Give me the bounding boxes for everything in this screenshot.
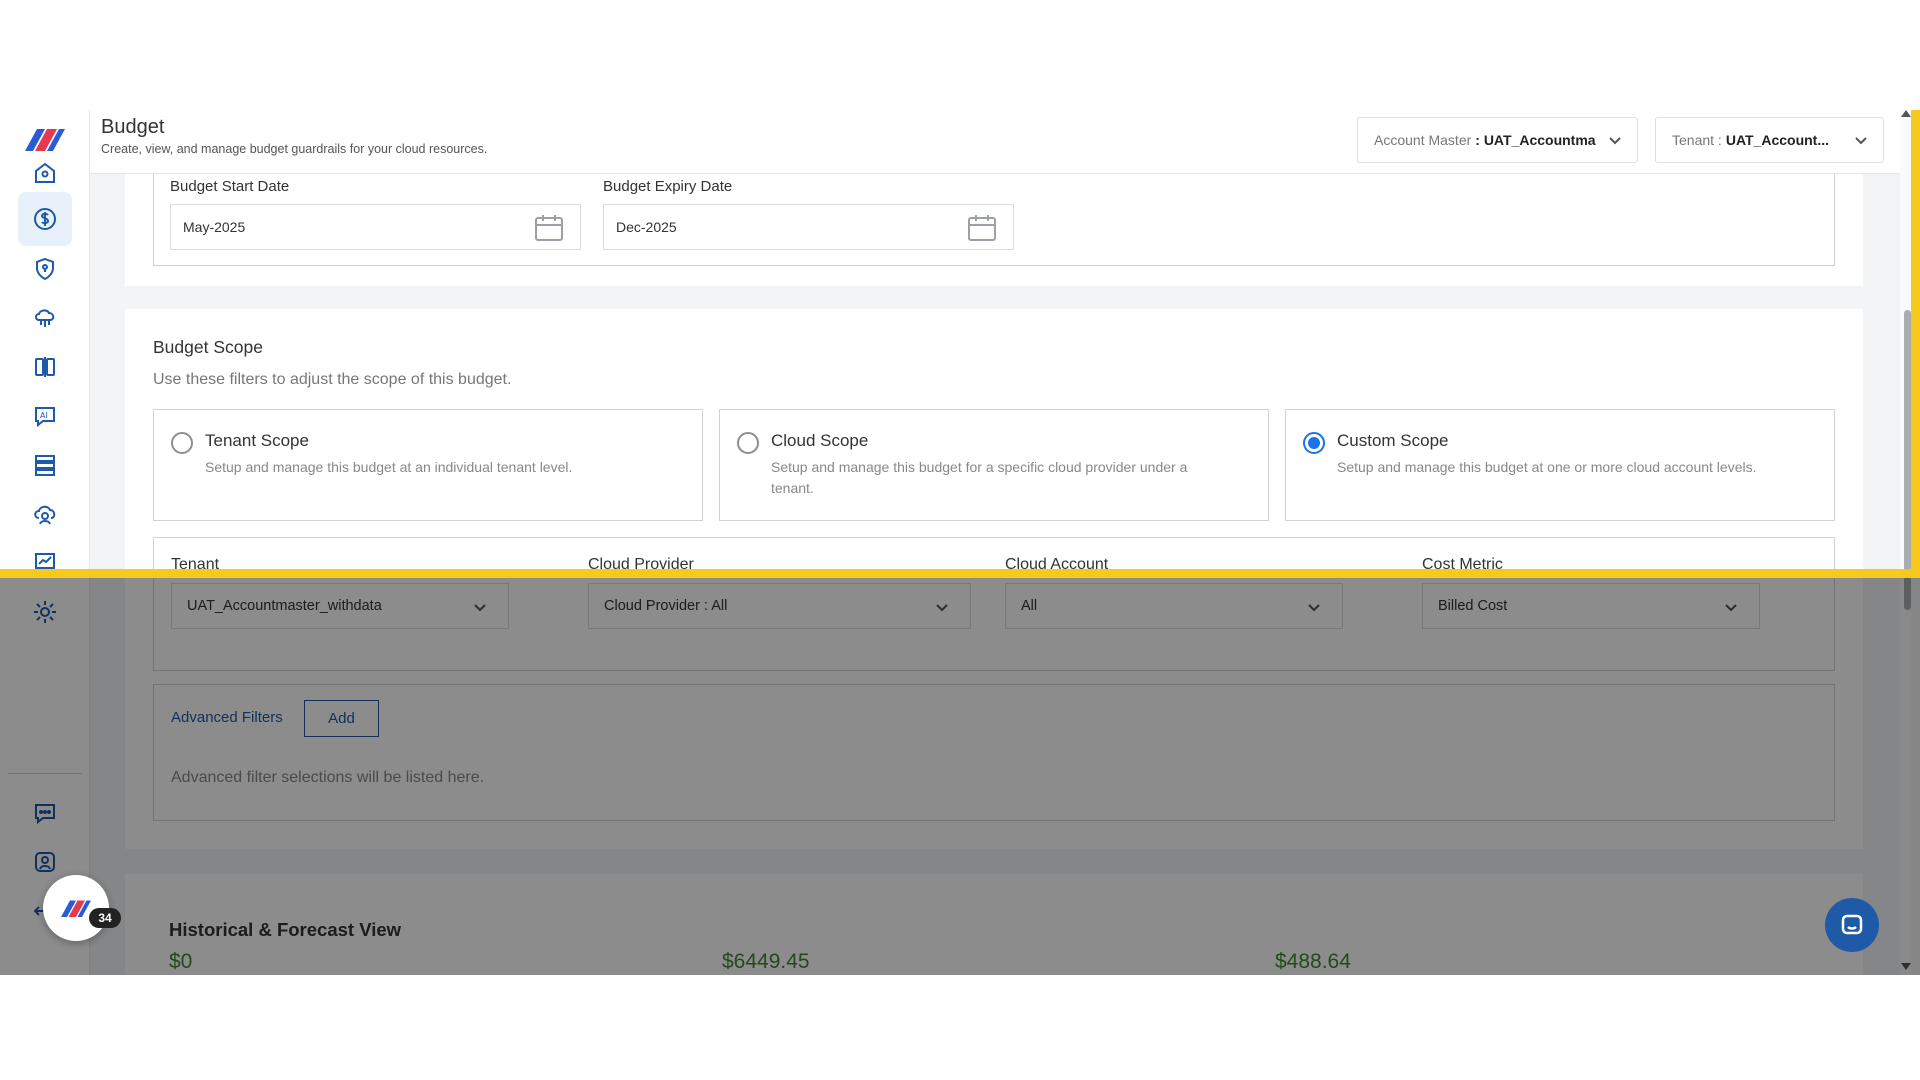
ai-chat-icon: AI — [35, 407, 55, 428]
expiry-date-label: Budget Expiry Date — [603, 178, 733, 195]
gear-icon — [34, 601, 56, 623]
screen: AI Budget Create, view, and manage budge… — [0, 0, 1920, 1080]
custom-scope-radio[interactable] — [1303, 432, 1325, 454]
tenant-filter-select[interactable]: UAT_Accountmaster_withdata — [171, 583, 509, 629]
nav-budget[interactable] — [18, 192, 72, 246]
highlight-edge — [1911, 110, 1920, 574]
start-date-input[interactable]: May-2025 — [170, 204, 581, 250]
chevron-down-icon — [474, 604, 486, 612]
nav-ai[interactable]: AI — [18, 389, 72, 443]
cloud-account-value: All — [1021, 598, 1038, 614]
page-subtitle: Create, view, and manage budget guardrai… — [101, 142, 488, 156]
expiry-date-value: Dec-2025 — [616, 219, 677, 235]
historical-value-3: $488.64 — [1275, 950, 1351, 973]
cloud-scope-label: Cloud Scope — [771, 431, 869, 450]
chat-launcher-button[interactable] — [1825, 898, 1879, 952]
nav-compare[interactable] — [18, 340, 72, 394]
nav-security[interactable] — [18, 242, 72, 296]
tenant-scope-desc: Setup and manage this budget at an indiv… — [205, 459, 573, 475]
sidebar-divider — [8, 773, 82, 774]
app-window: AI Budget Create, view, and manage budge… — [0, 110, 1920, 975]
nav-reports[interactable] — [18, 536, 72, 590]
custom-scope-desc: Setup and manage this budget at one or m… — [1337, 459, 1757, 475]
account-master-select[interactable]: Account Master : UAT_Accountma — [1357, 117, 1638, 163]
budget-scope-title: Budget Scope — [153, 337, 263, 357]
historical-forecast-card: Historical & Forecast View $0 $6449.45 $… — [125, 874, 1863, 975]
cloud-scope-radio[interactable] — [737, 432, 759, 454]
scope-filters: Tenant UAT_Accountmaster_withdata Cloud … — [153, 537, 1835, 671]
chevron-down-icon — [936, 604, 948, 612]
nav-settings[interactable] — [18, 585, 72, 639]
tenant-scope-option[interactable]: Tenant Scope Setup and manage this budge… — [153, 409, 703, 521]
scrollbar-thumb[interactable] — [1904, 310, 1911, 610]
chat-bubble-icon — [35, 804, 55, 825]
dollar-icon — [34, 208, 56, 230]
historical-value-1: $0 — [169, 950, 193, 973]
chevron-down-icon — [1855, 137, 1867, 145]
account-master-value: : UAT_Accountma — [1475, 132, 1596, 148]
custom-scope-label: Custom Scope — [1337, 431, 1449, 450]
chat-icon — [1841, 914, 1863, 935]
server-icon — [35, 455, 55, 476]
cloud-user-icon — [34, 505, 56, 525]
chevron-down-icon — [1609, 137, 1621, 145]
cost-metric-value: Billed Cost — [1438, 598, 1508, 614]
nav-feedback[interactable] — [18, 786, 72, 840]
calendar-icon[interactable] — [534, 214, 564, 242]
shield-icon — [36, 257, 54, 281]
budget-dates-card: Budget Start Date May-2025 Budget Expiry… — [125, 174, 1863, 286]
tenant-scope-label: Tenant Scope — [205, 431, 309, 450]
tenant-scope-radio[interactable] — [171, 432, 193, 454]
nav-servers[interactable] — [18, 438, 72, 492]
chevron-down-icon — [1308, 604, 1320, 612]
nav-cloud-users[interactable] — [18, 487, 72, 541]
cloud-scope-desc: Setup and manage this budget for a speci… — [771, 459, 1188, 496]
expiry-date-input[interactable]: Dec-2025 — [603, 204, 1014, 250]
calendar-icon[interactable] — [967, 214, 997, 242]
cloud-scope-option[interactable]: Cloud Scope Setup and manage this budget… — [719, 409, 1269, 521]
account-master-label: Account Master — [1374, 132, 1472, 148]
budget-scope-card: Budget Scope Use these filters to adjust… — [125, 309, 1863, 849]
advanced-filters-empty: Advanced filter selections will be liste… — [171, 769, 485, 786]
page-title: Budget — [101, 116, 165, 138]
historical-value-2: $6449.45 — [722, 950, 810, 973]
highlight-bar — [0, 569, 1920, 578]
user-support-icon — [35, 852, 55, 872]
custom-scope-option[interactable]: Custom Scope Setup and manage this budge… — [1285, 409, 1835, 521]
tenant-filter-value: UAT_Accountmaster_withdata — [187, 598, 382, 614]
svg-text:AI: AI — [40, 411, 48, 420]
start-date-label: Budget Start Date — [170, 178, 290, 195]
tenant-select[interactable]: Tenant : UAT_Account... — [1655, 117, 1884, 163]
historical-forecast-title: Historical & Forecast View — [169, 919, 402, 940]
advanced-filters: Advanced Filters Add Advanced filter sel… — [153, 684, 1835, 821]
nav-cloud[interactable] — [18, 291, 72, 345]
tenant-label: Tenant : — [1672, 132, 1722, 148]
tenant-value: UAT_Account... — [1725, 132, 1830, 148]
cloud-account-select[interactable]: All — [1005, 583, 1343, 629]
sidebar: AI — [0, 110, 90, 975]
budget-scope-description: Use these filters to adjust the scope of… — [153, 371, 512, 388]
cloud-network-icon — [35, 309, 55, 327]
cloud-provider-value: Cloud Provider : All — [604, 598, 728, 614]
add-filter-button[interactable]: Add — [304, 700, 379, 737]
split-view-icon — [35, 357, 55, 377]
chevron-down-icon — [1725, 604, 1737, 612]
page-header: Budget Create, view, and manage budget g… — [90, 110, 1910, 174]
advanced-filters-label[interactable]: Advanced Filters — [171, 709, 283, 726]
cost-metric-select[interactable]: Billed Cost — [1422, 583, 1760, 629]
notification-badge: 34 — [89, 908, 121, 928]
cloud-provider-select[interactable]: Cloud Provider : All — [588, 583, 971, 629]
scroll-down-arrow-icon[interactable] — [1901, 963, 1911, 970]
home-icon — [35, 162, 55, 183]
scroll-up-arrow-icon[interactable] — [1901, 110, 1911, 117]
start-date-value: May-2025 — [183, 219, 246, 235]
